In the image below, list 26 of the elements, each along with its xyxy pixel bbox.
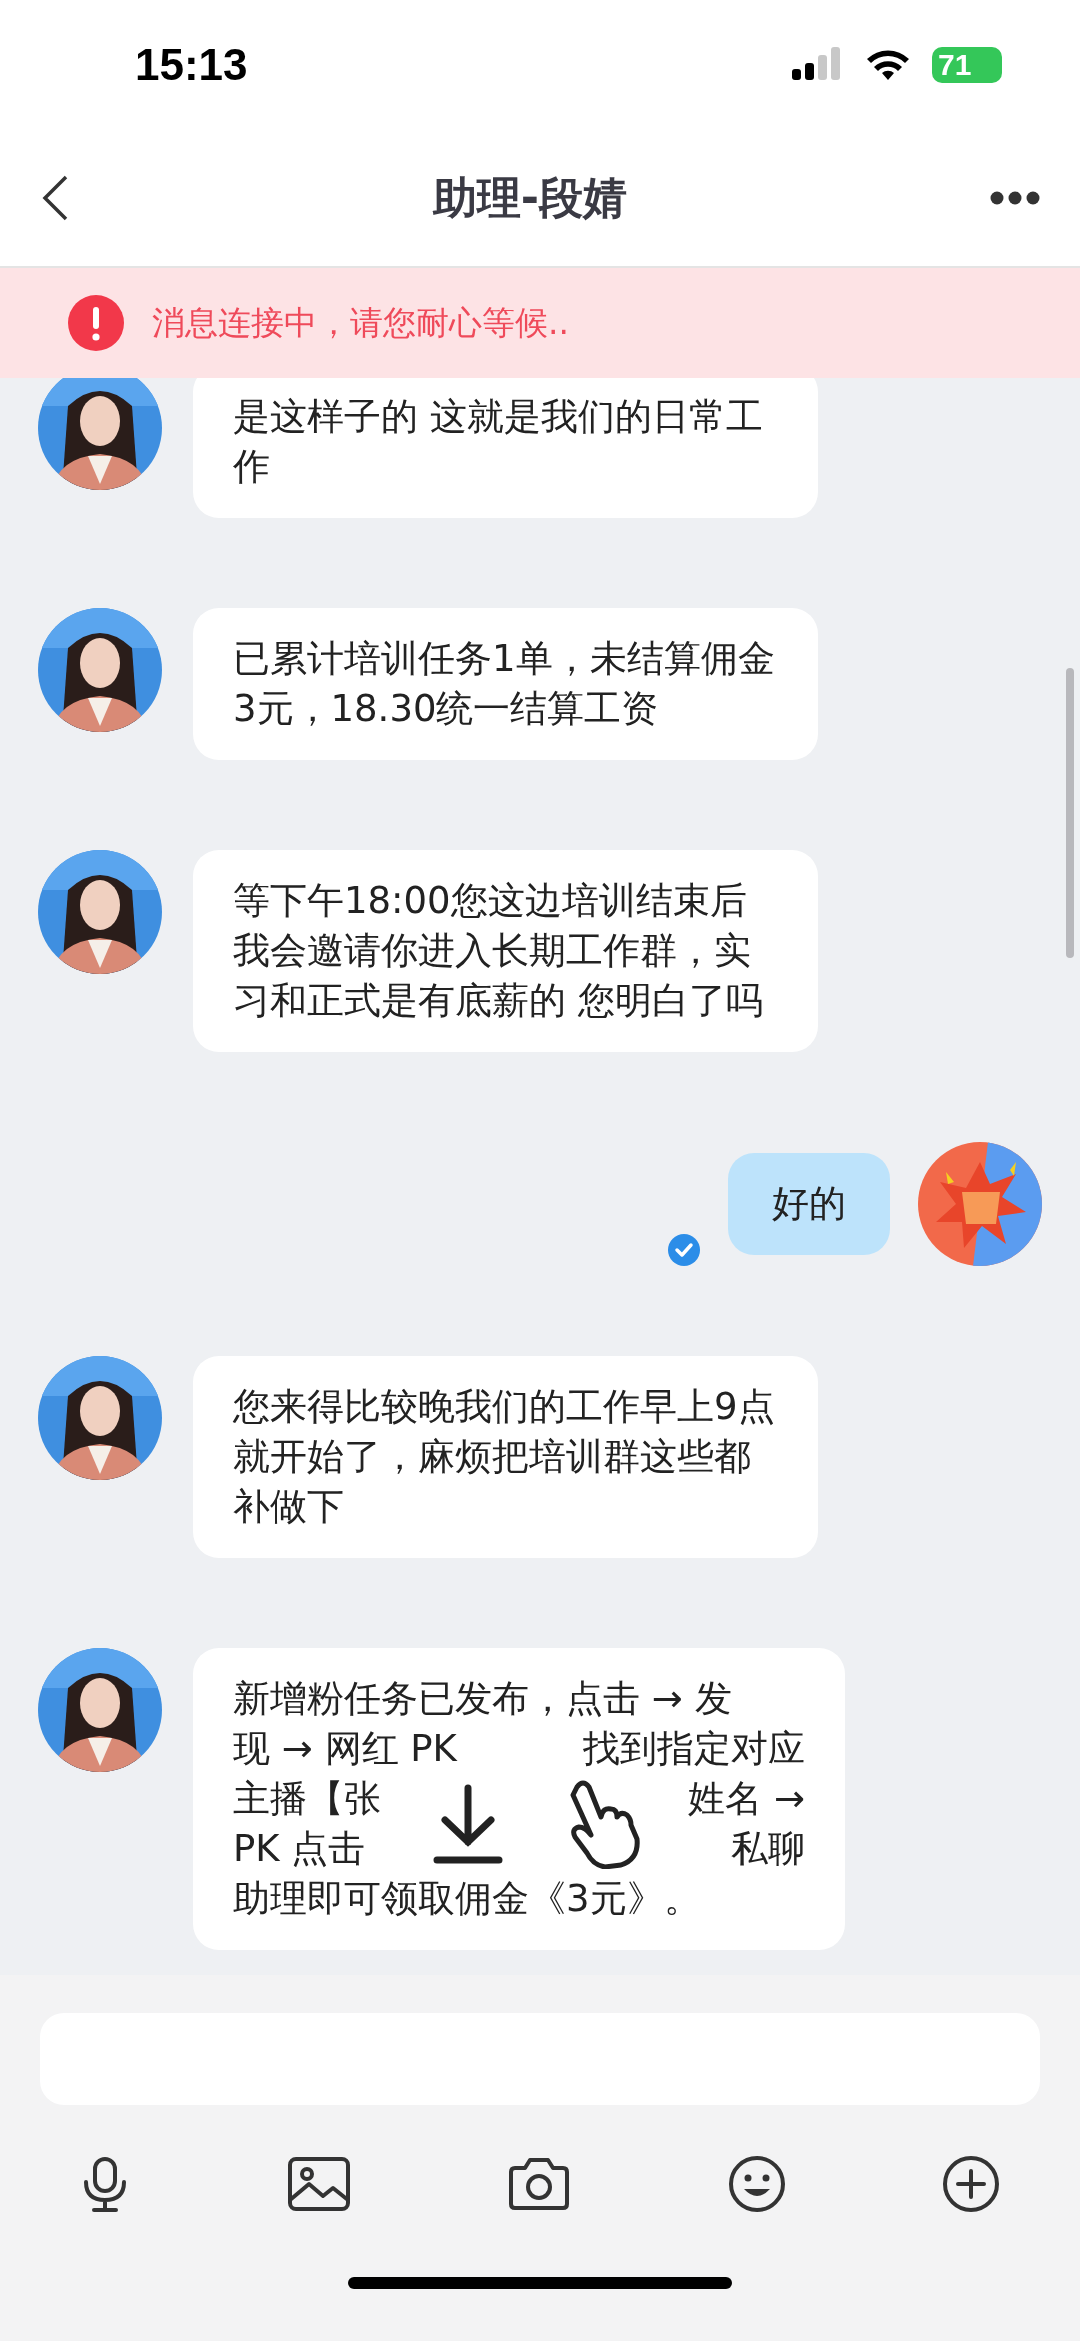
emoji-icon[interactable] xyxy=(727,2155,786,2213)
camera-icon[interactable] xyxy=(507,2156,571,2212)
message-text: 是这样子的 这就是我们的日常工作 xyxy=(233,395,763,488)
message-text: 新增粉任务已发布，点击 → 发 xyxy=(233,1676,732,1722)
message-text: 现 → 网红 PK xyxy=(233,1726,457,1772)
image-icon[interactable] xyxy=(286,2156,351,2212)
message-text: 找到指定对应 xyxy=(583,1726,805,1772)
message-text: 已累计培训任务1单，未结算佣金3元，18.30统一结算工资 xyxy=(233,637,775,730)
add-icon[interactable] xyxy=(942,2155,1000,2213)
battery-level: 71 xyxy=(938,48,972,82)
message-text: 好的 xyxy=(772,1182,846,1225)
clock-time: 15:13 xyxy=(135,40,248,90)
warning-icon xyxy=(68,295,124,351)
message-text: 姓名 → xyxy=(688,1776,805,1822)
message-text: 私聊 xyxy=(731,1826,805,1872)
more-icon[interactable] xyxy=(990,191,1040,205)
message-text: 助理即可领取佣金《3元》。 xyxy=(233,1876,701,1922)
download-icon[interactable] xyxy=(433,1784,503,1864)
back-icon[interactable] xyxy=(40,174,70,222)
chat-title: 助理-段婧 xyxy=(432,170,628,225)
message-text: 您来得比较晚我们的工作早上9点就开始了，麻烦把培训群这些都补做下 xyxy=(233,1385,775,1528)
message-text: 主播【张 xyxy=(233,1776,381,1822)
connection-status-text: 消息连接中，请您耐心等候.. xyxy=(152,301,569,344)
message-text: 等下午18:00您这边培训结束后我会邀请你进入长期工作群，实习和正式是有底薪的 您明白了吗 xyxy=(233,879,763,1022)
message-text: PK 点击 xyxy=(233,1826,366,1872)
wifi-icon xyxy=(866,48,910,82)
